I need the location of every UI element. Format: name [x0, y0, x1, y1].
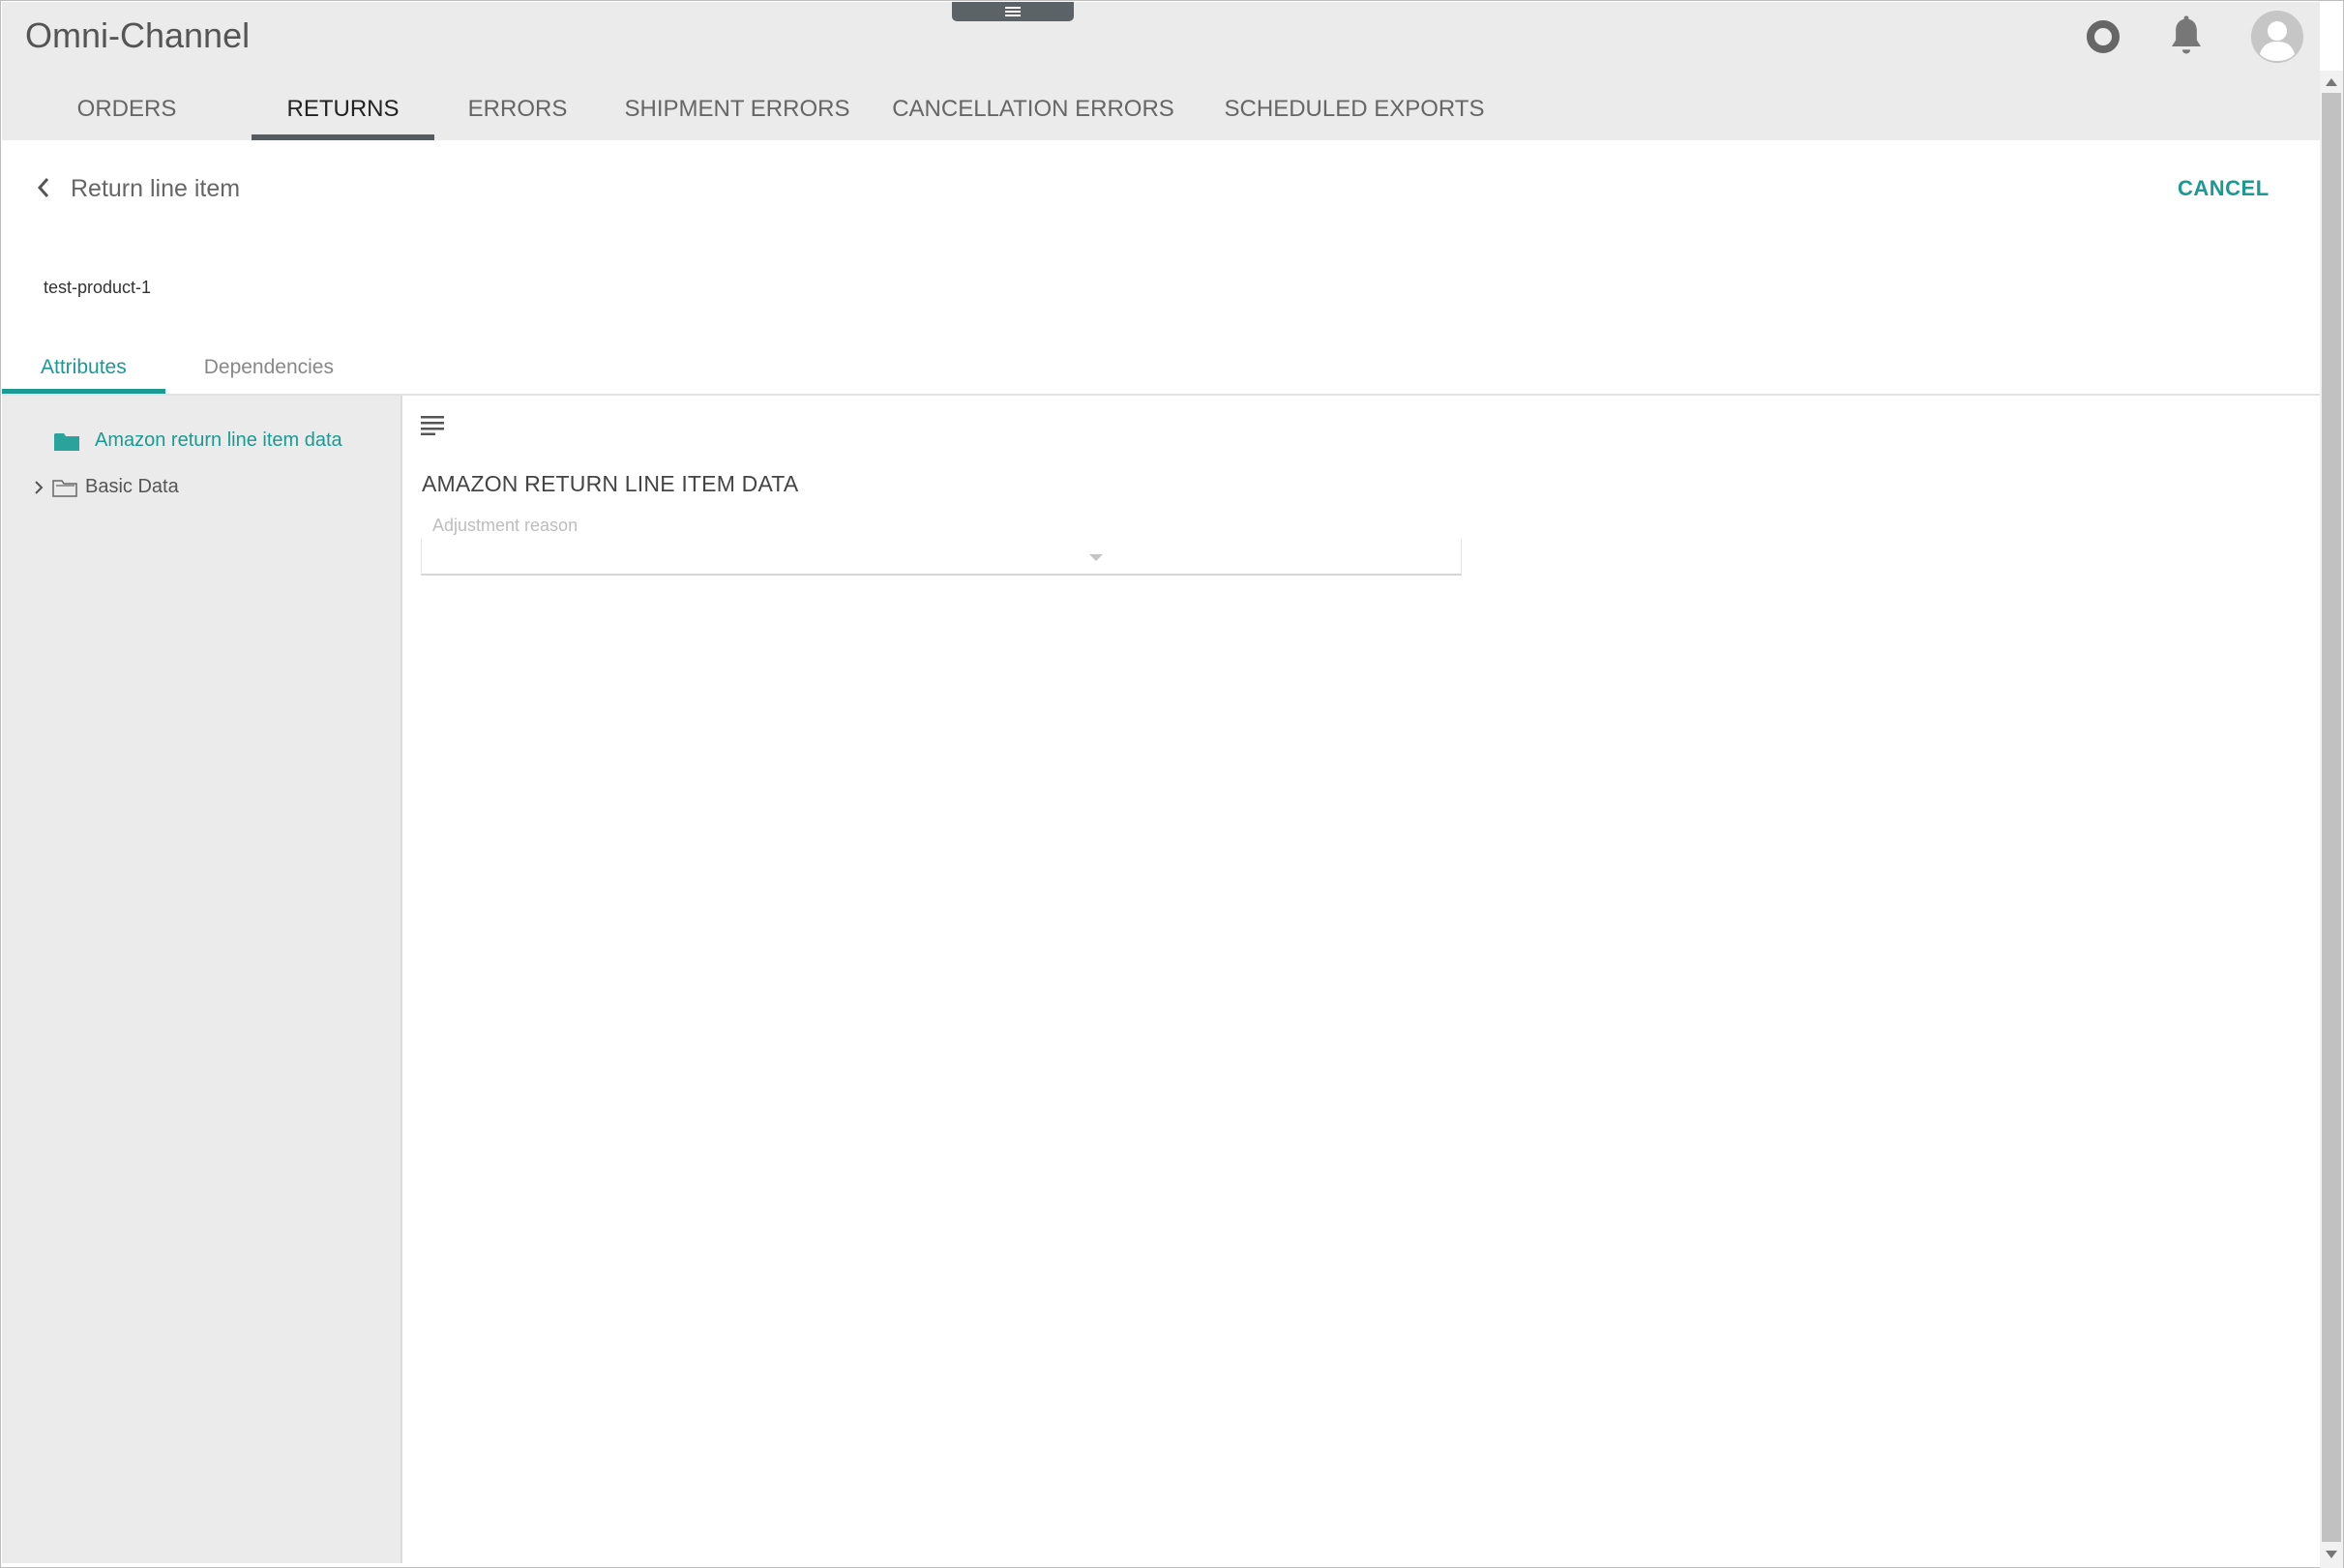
tab-attributes[interactable]: Attributes: [2, 341, 165, 394]
tab-returns[interactable]: RETURNS: [252, 77, 434, 140]
tree-item-label: Basic Data: [85, 476, 179, 497]
scroll-up-arrow-icon[interactable]: [2326, 78, 2337, 86]
dropdown-arrow-icon[interactable]: [1089, 554, 1103, 561]
detail-tabs: Attributes Dependencies: [2, 341, 372, 394]
bell-icon[interactable]: [2167, 15, 2206, 58]
status-circle-icon[interactable]: [2087, 20, 2120, 53]
tab-cancellation-errors[interactable]: CANCELLATION ERRORS: [874, 77, 1193, 140]
folder-filled-icon: [54, 432, 79, 451]
tree-item-basic-data[interactable]: Basic Data: [33, 476, 179, 498]
scroll-down-arrow-icon[interactable]: [2326, 1551, 2337, 1558]
drawer-handle[interactable]: [952, 2, 1074, 21]
cancel-button[interactable]: CANCEL: [2178, 176, 2270, 201]
tab-orders[interactable]: ORDERS: [2, 77, 252, 140]
tree-item-amazon-return-line-item-data[interactable]: Amazon return line item data: [54, 429, 342, 452]
folder-outline-icon: [52, 479, 77, 497]
tab-shipment-errors[interactable]: SHIPMENT ERRORS: [601, 77, 874, 140]
page-title: Return line item: [71, 175, 241, 202]
chevron-right-icon[interactable]: [33, 478, 45, 497]
main-tabs: ORDERS RETURNS ERRORS SHIPMENT ERRORS CA…: [2, 77, 1516, 140]
adjustment-reason-label: Adjustment reason: [432, 516, 579, 535]
tab-errors[interactable]: ERRORS: [434, 77, 601, 140]
section-title: AMAZON RETURN LINE ITEM DATA: [422, 471, 799, 496]
adjustment-reason-select[interactable]: [421, 539, 1462, 576]
list-view-icon[interactable]: [420, 414, 445, 435]
tab-dependencies[interactable]: Dependencies: [165, 341, 372, 394]
avatar[interactable]: [2251, 11, 2303, 63]
scrollbar-thumb[interactable]: [2322, 93, 2341, 1542]
back-chevron-icon[interactable]: [34, 175, 53, 200]
attribute-tree-panel: Amazon return line item data Basic Data: [2, 396, 402, 1563]
app-header: Omni-Channel ORDERS RETURNS ERRORS SHIPM…: [2, 2, 2320, 140]
user-avatar-icon: [2251, 11, 2303, 63]
tab-scheduled-exports[interactable]: SCHEDULED EXPORTS: [1193, 77, 1516, 140]
product-identifier: test-product-1: [44, 278, 152, 297]
app-title: Omni-Channel: [25, 15, 251, 55]
tree-item-label: Amazon return line item data: [95, 429, 342, 451]
app-window: Omni-Channel ORDERS RETURNS ERRORS SHIPM…: [0, 0, 2344, 1568]
menu-icon: [1005, 7, 1021, 16]
